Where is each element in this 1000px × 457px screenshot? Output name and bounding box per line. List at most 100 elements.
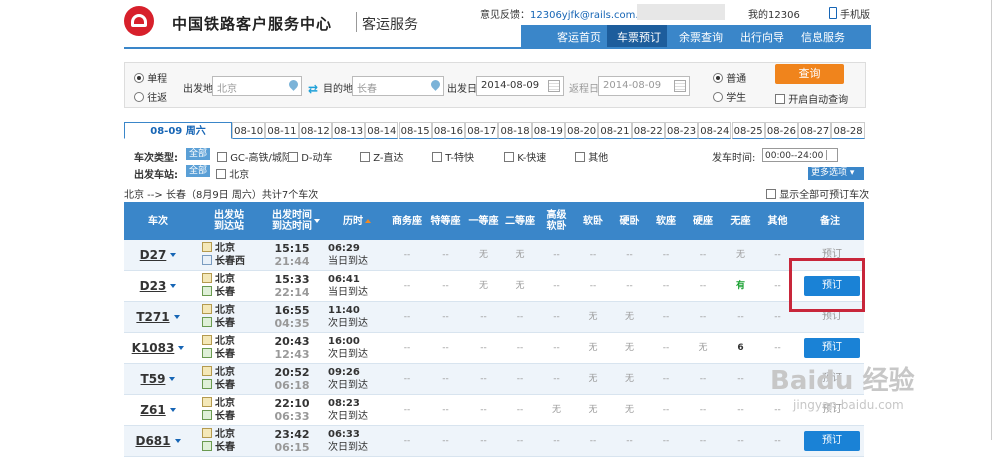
sort-icon[interactable] — [314, 219, 320, 223]
location-pin-icon[interactable] — [429, 78, 442, 91]
to-station[interactable]: 长春西 — [215, 256, 245, 267]
from-station[interactable]: 北京 — [215, 429, 235, 440]
to-station[interactable]: 长春 — [215, 411, 235, 422]
calendar-icon[interactable] — [548, 80, 560, 92]
train-type-checkbox[interactable]: T-特快 — [432, 149, 474, 164]
station-beijing-checkbox[interactable]: 北京 — [216, 166, 249, 181]
train-number-cell[interactable]: D681 — [124, 426, 192, 456]
date-tab[interactable]: 08-19 — [531, 122, 565, 139]
date-tab[interactable]: 08-24 — [698, 122, 732, 139]
train-number-cell[interactable]: T59 — [124, 364, 192, 394]
column-header[interactable]: 出发时间 到达时间 — [266, 202, 326, 240]
date-tab[interactable]: 08-17 — [465, 122, 499, 139]
train-type-checkbox[interactable]: D-动车 — [288, 149, 333, 164]
chevron-down-icon[interactable] — [178, 346, 185, 350]
date-tab[interactable]: 08-28 — [831, 122, 865, 139]
train-number[interactable]: T59 — [141, 372, 166, 386]
date-tab[interactable]: 08-15 — [398, 122, 432, 139]
to-station[interactable]: 长春 — [215, 442, 235, 453]
feedback-email[interactable]: 12306yjfk@rails.com.cn — [530, 10, 650, 21]
date-tab[interactable]: 08-21 — [598, 122, 632, 139]
from-input[interactable]: 北京 — [212, 76, 302, 96]
my-account-link[interactable]: 我的12306 — [748, 6, 800, 21]
chevron-down-icon[interactable] — [169, 377, 176, 381]
train-number-cell[interactable]: T271 — [124, 302, 192, 332]
date-tab[interactable]: 08-13 — [331, 122, 366, 139]
date-tab[interactable]: 08-14 — [365, 122, 399, 139]
train-number[interactable]: K1083 — [132, 341, 175, 355]
to-station[interactable]: 长春 — [215, 380, 235, 391]
from-station[interactable]: 北京 — [215, 398, 235, 409]
return-label: 返程日 — [569, 84, 599, 95]
nav-item-booking[interactable]: 车票预订 — [617, 29, 661, 45]
date-tab[interactable]: 08-09 周六 — [124, 122, 232, 139]
date-tab[interactable]: 08-18 — [498, 122, 532, 139]
train-number[interactable]: D27 — [140, 248, 167, 262]
one-way-label: 单程 — [147, 74, 168, 85]
train-number-cell[interactable]: Z61 — [124, 395, 192, 425]
seat-availability: -- — [553, 281, 560, 291]
train-number-cell[interactable]: D23 — [124, 271, 192, 301]
train-number[interactable]: T271 — [136, 310, 169, 324]
nav-item-info[interactable]: 信息服务 — [801, 29, 845, 45]
chevron-down-icon[interactable] — [173, 315, 180, 319]
depart-time-select[interactable]: 00:00--24:00 — [762, 148, 838, 162]
return-date-input[interactable]: 2014-08-09 — [598, 76, 690, 96]
date-tab[interactable]: 08-22 — [631, 122, 665, 139]
date-tab[interactable]: 08-10 — [232, 122, 266, 139]
date-tab[interactable]: 08-11 — [265, 122, 299, 139]
train-number[interactable]: D681 — [135, 434, 170, 448]
nav-item-guide[interactable]: 出行向导 — [740, 29, 784, 45]
mobile-link[interactable]: 手机版 — [829, 6, 870, 21]
book-button[interactable]: 预订 — [804, 431, 860, 451]
auto-query-checkbox[interactable]: 开启自动查询 — [775, 91, 848, 106]
round-trip-radio[interactable]: 往返 — [134, 89, 167, 104]
from-station[interactable]: 北京 — [215, 336, 235, 347]
train-number-cell[interactable]: D27 — [124, 240, 192, 270]
calendar-icon[interactable] — [674, 80, 686, 92]
column-header[interactable]: 历时 — [326, 202, 388, 240]
from-station[interactable]: 北京 — [215, 274, 235, 285]
to-station[interactable]: 长春 — [215, 318, 235, 329]
from-station[interactable]: 北京 — [215, 243, 235, 254]
from-station[interactable]: 北京 — [215, 367, 235, 378]
date-tab[interactable]: 08-25 — [731, 122, 765, 139]
chevron-down-icon[interactable] — [170, 253, 177, 257]
train-number[interactable]: D23 — [140, 279, 167, 293]
date-tab[interactable]: 08-27 — [798, 122, 832, 139]
train-type-checkbox[interactable]: GC-高铁/城际 — [217, 149, 292, 164]
nav-item-home[interactable]: 客运首页 — [557, 29, 601, 45]
type-all-tag[interactable]: 全部 — [186, 148, 211, 160]
date-tab[interactable]: 08-26 — [764, 122, 799, 139]
train-type-checkbox[interactable]: K-快速 — [504, 149, 546, 164]
one-way-radio[interactable]: 单程 — [134, 70, 167, 85]
query-button[interactable]: 查询 — [775, 64, 844, 84]
chevron-down-icon[interactable] — [170, 284, 177, 288]
train-number-cell[interactable]: K1083 — [124, 333, 192, 363]
location-pin-icon[interactable] — [287, 78, 300, 91]
ticket-normal-radio[interactable]: 普通 — [713, 70, 746, 85]
date-tab[interactable]: 08-23 — [664, 122, 699, 139]
date-tab[interactable]: 08-20 — [565, 122, 599, 139]
more-options-button[interactable]: 更多选项 ▾ — [808, 167, 864, 180]
ticket-student-radio[interactable]: 学生 — [713, 89, 746, 104]
sort-asc-icon[interactable] — [365, 219, 371, 223]
to-input[interactable]: 长春 — [352, 76, 444, 96]
book-button[interactable]: 预订 — [804, 338, 860, 358]
date-tab[interactable]: 08-12 — [298, 122, 332, 139]
to-station[interactable]: 长春 — [215, 287, 235, 298]
nav-item-remaining[interactable]: 余票查询 — [679, 29, 723, 45]
chevron-down-icon[interactable] — [169, 408, 176, 412]
column-header[interactable]: 出发站 到达站 — [192, 202, 266, 240]
from-station[interactable]: 北京 — [215, 305, 235, 316]
swap-icon[interactable]: ⇄ — [308, 82, 318, 96]
train-type-checkbox[interactable]: Z-直达 — [360, 149, 403, 164]
depart-date-input[interactable]: 2014-08-09 — [476, 76, 564, 96]
station-all-tag[interactable]: 全部 — [186, 165, 211, 177]
train-type-checkbox[interactable]: 其他 — [575, 149, 608, 164]
train-number[interactable]: Z61 — [140, 403, 165, 417]
date-tab[interactable]: 08-16 — [431, 122, 466, 139]
to-station[interactable]: 长春 — [215, 349, 235, 360]
feedback-link[interactable]: 意见反馈：12306yjfk@rails.com.cn — [480, 6, 650, 21]
show-all-bookable-checkbox[interactable]: 显示全部可预订车次 — [766, 186, 869, 201]
